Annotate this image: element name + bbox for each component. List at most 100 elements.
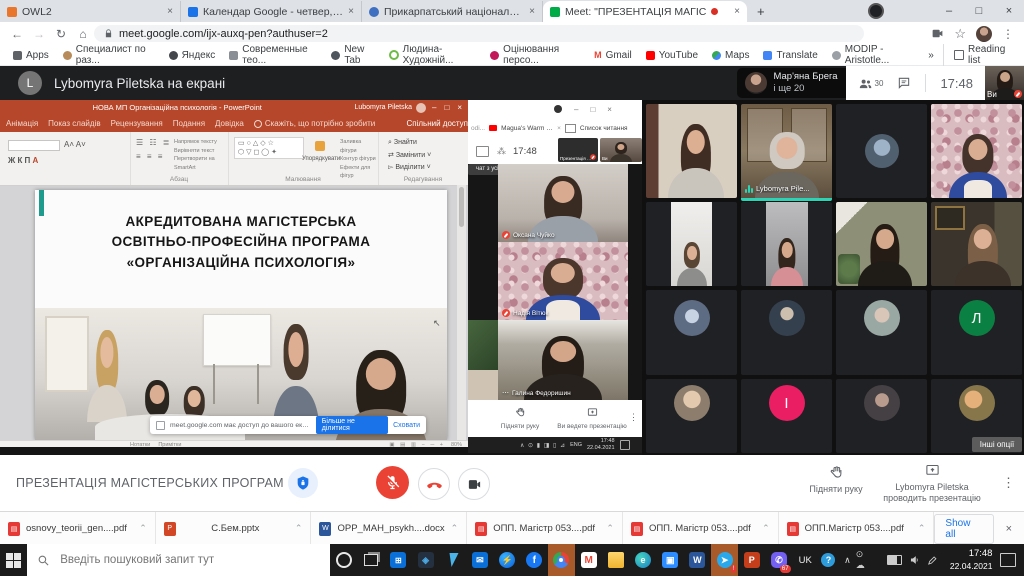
store-button[interactable]: ⊞ — [385, 544, 412, 576]
tab-meet-active[interactable]: Meet: "ПРЕЗЕНТАЦІЯ МАГІС × — [543, 1, 747, 22]
apps-button[interactable]: Apps — [8, 50, 54, 61]
participants-pill[interactable]: Мар'яна Брегаі ще 20 — [737, 68, 845, 98]
home-button[interactable]: ⌂ — [72, 27, 94, 41]
participant-tile[interactable] — [836, 202, 927, 286]
viber-button[interactable]: ✆ 67 — [765, 544, 792, 576]
word-button[interactable]: W — [684, 544, 711, 576]
bookmark-item[interactable]: Современные тео... — [224, 44, 322, 66]
view-buttons[interactable]: ▣ ▤ ▥ − ─ + — [389, 442, 445, 448]
zoom-button[interactable]: ▣ — [657, 544, 684, 576]
smartart-option[interactable]: Перетворити на SmartArt — [174, 155, 226, 172]
participant-tile[interactable] — [931, 104, 1022, 198]
camera-button[interactable] — [458, 468, 490, 500]
taskbar-clock[interactable]: 17:48 22.04.2021 — [950, 548, 993, 571]
cortana-button[interactable] — [330, 544, 357, 576]
chrome-button[interactable] — [548, 544, 575, 576]
mail-button[interactable]: ✉ — [466, 544, 493, 576]
tab-owl2[interactable]: OWL2 × — [0, 1, 181, 22]
download-item[interactable]: ▤ ОПП. Магістр 053....pdf ⌃ — [467, 512, 623, 545]
download-menu-chevron[interactable]: ⌃ — [295, 523, 303, 534]
participant-tile[interactable] — [836, 379, 927, 453]
download-item[interactable]: ▤ ОПП.Магістр 053....pdf ⌃ — [779, 512, 935, 545]
comments-button[interactable]: Примітки — [158, 442, 181, 448]
back-button[interactable]: ← — [6, 27, 28, 41]
download-menu-chevron[interactable]: ⌃ — [139, 523, 147, 534]
self-view-thumbnail[interactable]: Ви — [985, 66, 1024, 100]
download-menu-chevron[interactable]: ⌃ — [918, 523, 926, 534]
bookmark-item[interactable]: Людина-Художній... — [384, 44, 482, 66]
reload-button[interactable]: ↻ — [50, 27, 72, 41]
ppt-scrollbar[interactable] — [457, 185, 466, 440]
download-item[interactable]: ▤ osnovy_teorii_gen....pdf ⌃ — [0, 512, 156, 545]
ppt-tab-help[interactable]: Довідка — [215, 119, 244, 128]
battery-icon[interactable] — [887, 555, 902, 565]
file-explorer-button[interactable] — [602, 544, 629, 576]
participant-tile[interactable] — [836, 104, 927, 198]
ppt-tab-slideshow[interactable]: Показ слайдів — [48, 119, 100, 128]
ppt-tab-view[interactable]: Подання — [173, 119, 205, 128]
dropbox-button[interactable]: ◈ — [412, 544, 439, 576]
select-button[interactable]: ▻ Виділити ˅ — [388, 162, 431, 175]
shape-gallery[interactable]: ▭○△◇☆⬡▽◻◯✦ — [234, 137, 304, 159]
tab-close-icon[interactable]: × — [734, 7, 740, 17]
powerpoint-button[interactable]: P — [738, 544, 765, 576]
participant-tile[interactable] — [741, 202, 832, 286]
download-menu-chevron[interactable]: ⌃ — [606, 523, 614, 534]
align-text-option[interactable]: Вирівняти текст — [174, 147, 226, 156]
bookmark-item-maps[interactable]: Maps — [707, 50, 754, 61]
forward-button[interactable]: → — [28, 27, 50, 41]
volume-icon[interactable] — [909, 554, 921, 566]
tray-icons[interactable]: ⊙ ☁ — [856, 549, 883, 571]
tab-university[interactable]: Прикарпатський національний × — [362, 1, 543, 22]
bookmark-item[interactable]: Специалист по раз... — [58, 44, 160, 66]
speaker-tile[interactable]: Lybomyra Pile... — [741, 104, 832, 201]
tab-close-icon[interactable]: × — [348, 7, 354, 17]
bold-italic-buttons[interactable]: Ж К П А — [8, 156, 38, 165]
help-button[interactable]: ? — [818, 544, 839, 576]
download-item[interactable]: ▤ ОПП. Магістр 053....pdf ⌃ — [623, 512, 779, 545]
find-button[interactable]: ⌕ Знайти — [388, 137, 431, 150]
ppt-close-button[interactable]: × — [457, 103, 462, 112]
gmail-button[interactable]: M — [575, 544, 602, 576]
edge-button[interactable]: e — [629, 544, 656, 576]
window-minimize-button[interactable]: – — [934, 5, 964, 17]
participant-tile[interactable] — [646, 104, 737, 198]
meeting-name[interactable]: ПРЕЗЕНТАЦІЯ МАГІСТЕРСЬКИХ ПРОГРАМ — [16, 476, 284, 490]
start-button[interactable] — [0, 544, 27, 576]
new-tab-button[interactable]: + — [747, 0, 775, 22]
hide-notice-button[interactable]: Сховати — [393, 422, 420, 429]
participant-tile[interactable] — [931, 202, 1022, 286]
ppt-maximize-button[interactable]: □ — [444, 103, 449, 112]
font-box[interactable] — [8, 140, 60, 151]
camera-indicator-icon[interactable] — [931, 27, 944, 40]
people-list-button[interactable]: 30 — [858, 76, 884, 91]
list-buttons[interactable]: ☰ ☷ ≣ — [136, 138, 172, 147]
action-center-icon[interactable] — [1000, 553, 1016, 567]
url-field[interactable]: meet.google.com/ijx-auxq-pen?authuser=2 — [94, 25, 864, 42]
ppt-tab-animation[interactable]: Анімація — [6, 119, 38, 128]
bookmark-item[interactable]: MODIP - Aristotle... — [827, 44, 919, 66]
participant-tile[interactable] — [646, 290, 737, 375]
tray-expand-chevron[interactable]: ∧ — [844, 555, 851, 566]
bookmark-item[interactable]: New Tab — [326, 44, 379, 66]
tab-close-icon[interactable]: × — [529, 7, 535, 17]
raise-hand-button[interactable]: Підняти руку — [806, 465, 866, 495]
search-input[interactable] — [58, 553, 312, 567]
text-direction-option[interactable]: Напрямок тексту — [174, 138, 226, 147]
language-indicator[interactable]: UK — [799, 555, 812, 566]
ppt-tab-review[interactable]: Рецензування — [111, 119, 163, 128]
participant-tile[interactable] — [646, 202, 737, 286]
task-view-button[interactable] — [358, 544, 385, 576]
download-menu-chevron[interactable]: ⌃ — [451, 523, 459, 534]
telegram-button[interactable]: ➤ ! — [711, 544, 738, 576]
window-maximize-button[interactable]: □ — [964, 5, 994, 17]
notes-button[interactable]: Нотатки — [130, 442, 150, 448]
safety-shield-button[interactable] — [288, 468, 318, 498]
stop-sharing-button[interactable]: Більше не ділитися — [316, 416, 388, 434]
close-downloads-bar-icon[interactable]: × — [1006, 523, 1012, 535]
taskbar-search[interactable] — [27, 544, 330, 576]
participant-tile[interactable]: І — [741, 379, 832, 453]
shape-outline-option[interactable]: Контур фігури — [340, 155, 378, 164]
align-buttons[interactable]: ≡ ≡ ≡ — [136, 152, 164, 161]
replace-button[interactable]: ⇄ Замінити ˅ — [388, 150, 431, 163]
